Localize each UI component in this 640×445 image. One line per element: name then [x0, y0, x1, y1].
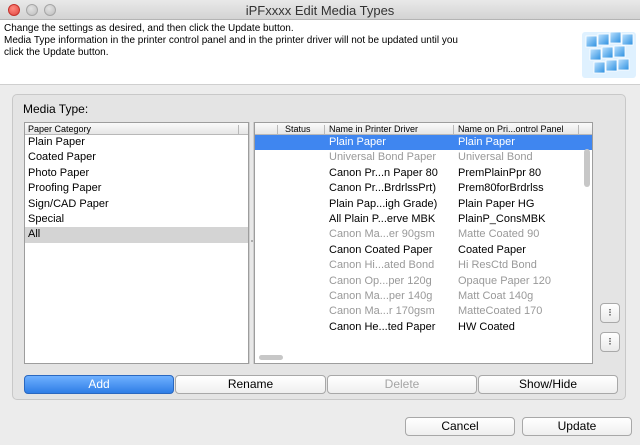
- media-type-row[interactable]: Canon Coated Paper Coated Paper: [255, 243, 592, 258]
- column-divider: [238, 125, 239, 134]
- panel-name-column-header[interactable]: Name on Pri...ontrol Panel: [458, 123, 564, 135]
- paper-category-item[interactable]: Proofing Paper: [25, 181, 248, 196]
- paper-category-item[interactable]: Sign/CAD Paper: [25, 197, 248, 212]
- move-down-icon: ⁝: [608, 335, 612, 348]
- driver-name-cell: Canon Pr...BrdrlssPrt): [329, 182, 436, 195]
- paper-category-item[interactable]: Photo Paper: [25, 166, 248, 181]
- driver-name-column-header[interactable]: Name in Printer Driver: [329, 123, 418, 135]
- panel-name-cell: Matt Coat 140g: [458, 289, 534, 302]
- move-up-button[interactable]: ⁝: [600, 303, 620, 323]
- media-type-table[interactable]: Status Name in Printer Driver Name on Pr…: [254, 122, 593, 364]
- driver-name-cell: Universal Bond Paper: [329, 151, 437, 164]
- panel-name-cell: HW Coated: [458, 320, 515, 333]
- column-divider: [578, 125, 579, 134]
- instructions-text: Change the settings as desired, and then…: [4, 23, 544, 59]
- driver-name-cell: Canon Ma...er 90gsm: [329, 228, 435, 241]
- panel-name-cell: Universal Bond: [458, 151, 533, 164]
- panel-name-cell: Opaque Paper 120: [458, 274, 551, 287]
- driver-name-cell: Canon Pr...n Paper 80: [329, 166, 438, 179]
- paper-category-item[interactable]: Plain Paper: [25, 135, 248, 150]
- paper-category-items: Plain Paper Coated Paper Photo Paper Proofi…: [25, 135, 248, 243]
- media-type-row[interactable]: Universal Bond Paper Universal Bond: [255, 150, 592, 165]
- panel-name-cell: Plain Paper HG: [458, 197, 535, 210]
- driver-name-cell: Canon Hi...ated Bond: [329, 259, 435, 272]
- paper-category-item[interactable]: All: [25, 227, 248, 243]
- status-column-header[interactable]: Status: [285, 123, 311, 135]
- driver-name-cell: Canon He...ted Paper: [329, 320, 436, 333]
- window-title: iPFxxxx Edit Media Types: [245, 3, 395, 18]
- vertical-scrollbar[interactable]: [584, 149, 590, 187]
- split-handle-dot: [251, 240, 253, 242]
- horizontal-scrollbar[interactable]: [259, 355, 283, 360]
- instructions-header: Change the settings as desired, and then…: [0, 20, 640, 85]
- title-bar: iPFxxxx Edit Media Types: [0, 0, 640, 20]
- media-type-row[interactable]: Canon Ma...er 90gsm Matte Coated 90: [255, 227, 592, 242]
- media-type-row[interactable]: Plain Pap...igh Grade) Plain Paper HG: [255, 197, 592, 212]
- delete-button[interactable]: Delete: [327, 375, 477, 394]
- panel-name-cell: PremPlainPpr 80: [458, 166, 542, 179]
- panel-name-cell: PlainP_ConsMBK: [458, 212, 546, 225]
- panel-name-cell: Prem80forBrdrlss: [458, 182, 544, 195]
- column-divider: [277, 125, 278, 134]
- driver-name-cell: Canon Op...per 120g: [329, 274, 432, 287]
- media-type-row[interactable]: Plain Paper Plain Paper: [255, 135, 592, 151]
- media-cubes-illustration: [582, 31, 636, 78]
- instruction-line: Media Type information in the printer co…: [4, 35, 458, 46]
- media-type-row[interactable]: Canon He...ted Paper HW Coated: [255, 320, 592, 335]
- media-type-row[interactable]: Canon Ma...r 170gsm MatteCoated 170: [255, 304, 592, 319]
- media-type-rows: Plain Paper Plain Paper Universal Bond Pap…: [255, 135, 592, 335]
- panel-name-cell: Hi ResCtd Bond: [458, 259, 537, 272]
- panel-name-cell: Coated Paper: [458, 243, 526, 256]
- media-type-row[interactable]: Canon Pr...BrdrlssPrt) Prem80forBrdrlss: [255, 181, 592, 196]
- instruction-line: click the Update button.: [4, 47, 109, 58]
- paper-category-item[interactable]: Special: [25, 212, 248, 227]
- column-divider: [453, 125, 454, 134]
- rename-button[interactable]: Rename: [175, 375, 326, 394]
- move-up-icon: ⁝: [608, 306, 612, 319]
- paper-category-column-label: Paper Category: [28, 124, 92, 134]
- paper-category-column-header[interactable]: Paper Category: [25, 123, 248, 135]
- paper-category-item[interactable]: Coated Paper: [25, 150, 248, 165]
- driver-name-cell: Canon Coated Paper: [329, 243, 433, 256]
- media-type-row[interactable]: Canon Ma...per 140g Matt Coat 140g: [255, 289, 592, 304]
- panel-name-cell: Matte Coated 90: [458, 228, 540, 241]
- instruction-line: Change the settings as desired, and then…: [4, 23, 294, 34]
- driver-name-cell: Plain Pap...igh Grade): [329, 197, 438, 210]
- media-type-row[interactable]: Canon Op...per 120g Opaque Paper 120: [255, 274, 592, 289]
- media-type-row[interactable]: All Plain P...erve MBK PlainP_ConsMBK: [255, 212, 592, 227]
- column-divider: [324, 125, 325, 134]
- move-down-button[interactable]: ⁝: [600, 332, 620, 352]
- paper-category-list[interactable]: Paper Category Plain Paper Coated Paper Ph…: [24, 122, 249, 364]
- media-type-label: Media Type:: [23, 102, 89, 116]
- update-button[interactable]: Update: [522, 417, 632, 436]
- panel-name-cell: MatteCoated 170: [458, 305, 543, 318]
- driver-name-cell: Plain Paper: [329, 136, 386, 148]
- driver-name-cell: Canon Ma...r 170gsm: [329, 305, 435, 318]
- add-button[interactable]: Add: [24, 375, 174, 394]
- driver-name-cell: Canon Ma...per 140g: [329, 289, 433, 302]
- media-type-row[interactable]: Canon Hi...ated Bond Hi ResCtd Bond: [255, 258, 592, 273]
- driver-name-cell: All Plain P...erve MBK: [329, 212, 436, 225]
- show-hide-button[interactable]: Show/Hide: [478, 375, 618, 394]
- media-type-table-header: Status Name in Printer Driver Name on Pr…: [255, 123, 592, 135]
- cancel-button[interactable]: Cancel: [405, 417, 515, 436]
- edit-media-types-window: iPFxxxx Edit Media Types Change the sett…: [0, 0, 640, 445]
- media-type-row[interactable]: Canon Pr...n Paper 80 PremPlainPpr 80: [255, 166, 592, 181]
- media-type-group: Media Type: Paper Category Plain Paper Co…: [12, 94, 626, 400]
- panel-name-cell: Plain Paper: [458, 136, 515, 148]
